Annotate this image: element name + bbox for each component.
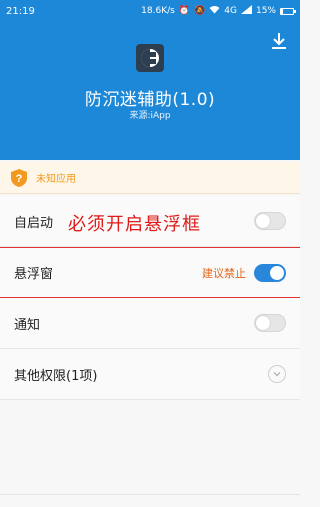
autostart-label: 自启动: [14, 215, 54, 231]
floating-window-control: 建议禁止: [202, 263, 286, 282]
status-bar: 21:19 18.6K/s ⏰ 🔕 4G 15%: [0, 0, 300, 22]
status-time: 21:19: [6, 5, 35, 17]
net-speed: 18.6K/s: [141, 5, 175, 16]
row-floating-window[interactable]: 悬浮窗 建议禁止: [0, 247, 300, 298]
row-other-permissions[interactable]: 其他权限(1项): [0, 349, 300, 400]
chevron-down-icon[interactable]: [268, 365, 286, 383]
wifi-icon: [209, 5, 220, 17]
notification-control: [254, 314, 286, 332]
app-header: 防沉迷辅助(1.0) 来源:iApp: [0, 22, 300, 160]
network-type: 4G: [224, 5, 237, 16]
row-notification[interactable]: 通知: [0, 298, 300, 349]
unknown-app-warning: ? 未知应用: [0, 162, 300, 194]
signal-icon: [240, 5, 252, 17]
download-icon[interactable]: [268, 30, 290, 52]
mute-icon: 🔕: [194, 5, 206, 16]
floating-window-label: 悬浮窗: [14, 267, 54, 282]
status-right: 18.6K/s ⏰ 🔕 4G 15%: [141, 5, 296, 17]
notification-toggle[interactable]: [254, 314, 286, 332]
alarm-icon: ⏰: [178, 5, 191, 16]
notification-label: 通知: [14, 317, 41, 333]
bottom-divider: [0, 494, 300, 495]
annotation-text: 必须开启悬浮框: [68, 214, 201, 235]
other-permissions-label: 其他权限(1项): [14, 368, 98, 384]
app-source: 来源:iApp: [129, 111, 171, 121]
svg-text:?: ?: [16, 173, 23, 185]
autostart-toggle[interactable]: [254, 212, 286, 230]
floating-window-note: 建议禁止: [202, 266, 246, 280]
shield-icon: ?: [11, 168, 27, 187]
floating-window-toggle[interactable]: [254, 263, 286, 282]
app-name: 防沉迷辅助(1.0): [84, 90, 216, 110]
other-permissions-control: [268, 365, 286, 383]
battery-icon: [280, 7, 296, 15]
battery-percent: 15%: [255, 5, 276, 16]
app-icon: [136, 44, 164, 72]
warning-text: 未知应用: [36, 174, 76, 185]
autostart-control: [254, 212, 286, 230]
